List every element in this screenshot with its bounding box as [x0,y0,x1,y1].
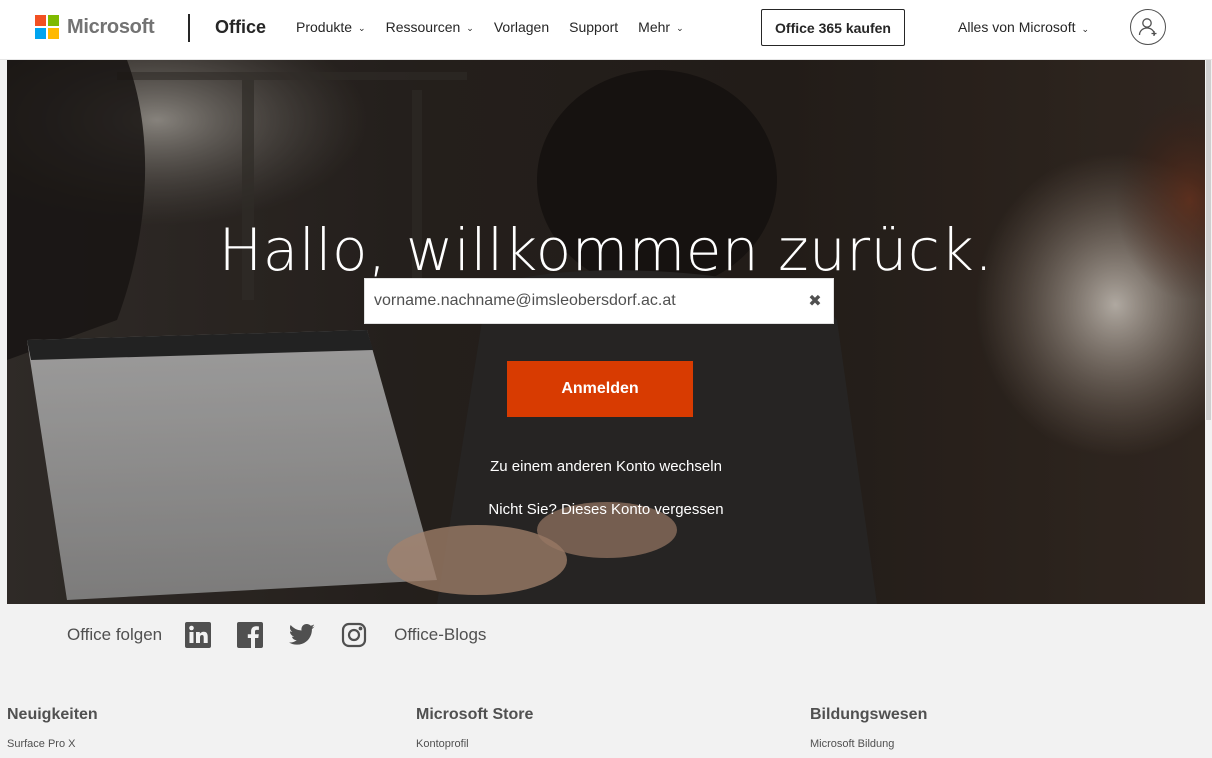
not-you-label: Nicht Sie? [488,501,557,518]
welcome-heading: Hallo, willkommen zurück. [218,216,994,284]
nav-vorlagen[interactable]: Vorlagen [494,19,549,35]
footer-column-education: Bildungswesen Microsoft Bildung [810,706,927,750]
microsoft-logo[interactable]: Microsoft [35,15,155,39]
microsoft-logo-icon [35,15,59,39]
scrollbar[interactable] [1206,60,1211,420]
forget-account-link[interactable]: Dieses Konto vergessen [561,501,724,518]
nav-ressourcen[interactable]: Ressourcen ⌄ [386,19,474,35]
footer-link[interactable]: Microsoft Bildung [810,738,927,750]
footer-heading: Microsoft Store [416,706,534,723]
sign-in-button[interactable]: Anmelden [507,361,693,417]
facebook-icon[interactable] [236,621,264,649]
chevron-down-icon: ⌄ [358,23,366,33]
chevron-down-icon: ⌄ [676,23,684,33]
office-blogs-link[interactable]: Office-Blogs [394,625,486,645]
email-field-container: ✖ [364,278,834,324]
hero-section: Hallo, willkommen zurück. ✖ Anmelden Zu … [7,60,1205,604]
twitter-icon[interactable] [288,621,316,649]
header-divider [188,14,190,42]
instagram-icon[interactable] [340,621,368,649]
nav-support[interactable]: Support [569,19,618,35]
footer-link[interactable]: Surface Pro X [7,738,98,750]
chevron-down-icon: ⌄ [466,23,474,33]
footer-link[interactable]: Kontoprofil [416,738,533,750]
follow-office-row: Office folgen Office-Blogs [67,620,486,650]
footer-heading: Bildungswesen [810,706,928,723]
all-microsoft-menu[interactable]: Alles von Microsoft ⌄ [958,19,1089,35]
close-icon[interactable]: ✖ [805,291,825,311]
footer-column-news: Neuigkeiten Surface Pro X [7,706,98,750]
footer-heading: Neuigkeiten [7,706,98,723]
footer-column-store: Microsoft Store Kontoprofil [416,706,533,750]
linkedin-icon[interactable] [184,621,212,649]
nav-mehr[interactable]: Mehr ⌄ [638,19,683,35]
account-add-icon[interactable] [1130,9,1166,45]
switch-account-link[interactable]: Zu einem anderen Konto wechseln [7,458,1205,475]
main-nav: Produkte ⌄ Ressourcen ⌄ Vorlagen Support M… [296,19,704,35]
email-field[interactable] [365,279,795,323]
nav-produkte[interactable]: Produkte ⌄ [296,19,366,35]
office-brand-link[interactable]: Office [215,17,266,38]
buy-office-button[interactable]: Office 365 kaufen [761,9,905,46]
chevron-down-icon: ⌄ [1081,24,1090,34]
hero-background-photo [7,60,1205,604]
microsoft-wordmark: Microsoft [67,15,155,38]
follow-label: Office folgen [67,625,163,644]
not-you-line: Nicht Sie? Dieses Konto vergessen [7,501,1205,518]
site-header: Microsoft Office Produkte ⌄ Ressourcen ⌄ V… [0,0,1212,60]
